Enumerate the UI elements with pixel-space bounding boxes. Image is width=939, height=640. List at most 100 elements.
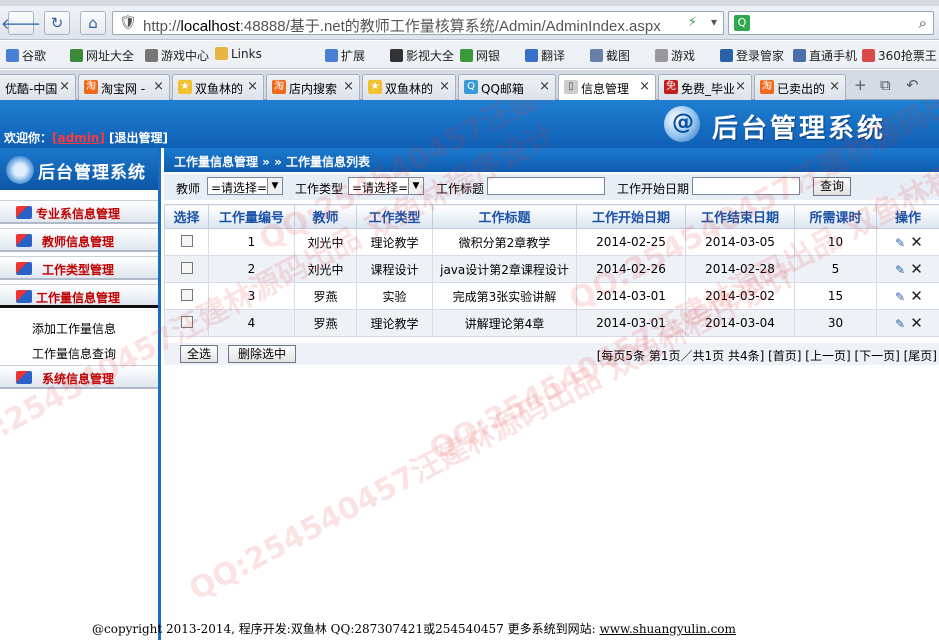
work-title-label: 工作标题: [436, 182, 485, 196]
username-link[interactable]: [admin]: [52, 131, 105, 145]
menu-work-type[interactable]: 工作类型管理: [0, 256, 158, 280]
bookmark-item[interactable]: 登录管家: [720, 47, 784, 64]
browser-tab[interactable]: 淘已卖出的 ×: [754, 74, 846, 100]
cell-end-date: 2014-03-04: [685, 309, 795, 337]
close-icon[interactable]: ×: [343, 79, 354, 94]
edit-icon[interactable]: ✎: [893, 263, 907, 277]
tab-list-icon[interactable]: ⧉: [880, 76, 891, 94]
close-icon[interactable]: ×: [639, 79, 650, 94]
bank-icon: [460, 49, 473, 62]
browser-tab[interactable]: 淘淘宝网 - ×: [78, 74, 170, 100]
bookmark-item[interactable]: 扩展: [325, 47, 365, 64]
search-engine-icon[interactable]: Q: [734, 15, 750, 31]
browser-tab[interactable]: Q QQ邮箱 ×: [458, 74, 556, 100]
close-icon[interactable]: ×: [247, 79, 258, 94]
edit-icon[interactable]: ✎: [893, 317, 907, 331]
bookmark-item[interactable]: 截图: [590, 47, 630, 64]
close-icon[interactable]: ×: [59, 79, 70, 94]
browser-nav-bar: 🡐 ↻ ⌂ 🛡 http://localhost:48888/基于.net的教师…: [0, 6, 939, 40]
bookmark-item[interactable]: 游戏: [655, 47, 695, 64]
cell-end-date: 2014-03-02: [685, 282, 795, 310]
menu-teacher[interactable]: 教师信息管理: [0, 228, 158, 252]
cell-id: 4: [208, 309, 295, 337]
row-checkbox[interactable]: [180, 288, 193, 301]
work-title-input[interactable]: [487, 177, 605, 195]
home-button[interactable]: ⌂: [80, 11, 106, 35]
chevron-down-icon[interactable]: ▾: [711, 15, 717, 29]
browser-tab[interactable]: ★ 双鱼林的 ×: [172, 74, 264, 100]
bolt-icon[interactable]: ⚡: [688, 15, 697, 30]
sidebar-header: 后台管理系统: [0, 148, 158, 190]
bookmark-item[interactable]: 网银: [460, 47, 500, 64]
start-date-input[interactable]: [692, 177, 800, 195]
delete-selected-button[interactable]: 删除选中: [228, 345, 296, 363]
bookmark-item[interactable]: Links: [215, 47, 262, 61]
sub-item-query-workload[interactable]: 工作量信息查询: [32, 345, 116, 362]
edit-icon[interactable]: ✎: [893, 290, 907, 304]
welcome-bar: 欢迎你：[admin] [退出管理]: [4, 129, 168, 146]
cell-hours: 5: [794, 255, 877, 283]
bookmark-item[interactable]: 网址大全: [70, 47, 134, 64]
back-button[interactable]: 🡐: [1, 11, 41, 35]
logout-link[interactable]: [退出管理]: [109, 131, 168, 145]
search-icon[interactable]: ⌕: [919, 14, 927, 32]
new-tab-icon[interactable]: +: [854, 76, 867, 94]
cell-teacher: 罗燕: [294, 282, 357, 310]
close-icon[interactable]: ×: [735, 79, 746, 94]
delete-icon[interactable]: ✕: [910, 260, 923, 278]
undo-close-icon[interactable]: ↶: [906, 76, 919, 94]
bookmark-item[interactable]: 直通手机: [793, 47, 857, 64]
browser-tab-active[interactable]: ▯ 信息管理 ×: [558, 74, 656, 100]
bookmark-item[interactable]: 360抢票王: [862, 47, 937, 64]
work-type-select[interactable]: =请选择= ▼: [348, 177, 424, 195]
sub-item-add-workload[interactable]: 添加工作量信息: [32, 320, 116, 337]
teacher-select[interactable]: =请选择= ▼: [207, 177, 283, 195]
select-all-button[interactable]: 全选: [180, 345, 218, 363]
menu-label: 教师信息管理: [42, 235, 115, 249]
column-header: 教师: [294, 204, 357, 229]
chevron-down-icon: ▼: [267, 178, 282, 194]
menu-workload[interactable]: 工作量信息管理: [0, 284, 158, 308]
cell-id: 3: [208, 282, 295, 310]
query-button[interactable]: 查询: [813, 177, 851, 196]
at-logo-icon: @: [664, 106, 700, 142]
address-bar[interactable]: 🛡 http://localhost:48888/基于.net的教师工作量核算系…: [112, 11, 724, 35]
close-icon[interactable]: ×: [439, 79, 450, 94]
edit-icon[interactable]: ✎: [893, 236, 907, 250]
menu-system[interactable]: 系统信息管理: [0, 365, 158, 389]
browser-tab[interactable]: 免免费_毕业 ×: [658, 74, 752, 100]
refresh-button[interactable]: ↻: [44, 11, 70, 35]
cell-hours: 10: [794, 228, 877, 256]
browser-tab[interactable]: 优酷-中国 ×: [0, 74, 76, 100]
translate-icon: [525, 49, 538, 62]
shield-icon: 🛡: [119, 15, 137, 31]
bookmark-item[interactable]: 谷歌: [6, 47, 46, 64]
menu-department[interactable]: 专业系信息管理: [0, 200, 158, 224]
menu-icon: [16, 206, 32, 219]
bookmark-item[interactable]: 翻译: [525, 47, 565, 64]
delete-icon[interactable]: ✕: [910, 314, 923, 332]
close-icon[interactable]: ×: [153, 79, 164, 94]
bookmark-item[interactable]: 影视大全: [390, 47, 454, 64]
delete-icon[interactable]: ✕: [910, 233, 923, 251]
table-row: 3 罗燕 实验 完成第3张实验讲解 2014-03-01 2014-03-02 …: [164, 282, 939, 310]
key-icon: [720, 49, 733, 62]
bookmark-item[interactable]: 游戏中心: [145, 47, 209, 64]
row-checkbox[interactable]: [180, 234, 193, 247]
browser-tab[interactable]: 淘店内搜索 ×: [266, 74, 360, 100]
cell-type: 理论教学: [356, 309, 433, 337]
browser-tab[interactable]: ★ 双鱼林的 ×: [362, 74, 456, 100]
pagination[interactable]: [每页5条 第1页／共1页 共4条] [首页] [上一页] [下一页] [尾页]: [597, 347, 937, 364]
close-icon[interactable]: ×: [829, 79, 840, 94]
cell-teacher: 刘光中: [294, 255, 357, 283]
search-input[interactable]: Q ⌕: [728, 11, 934, 35]
delete-icon[interactable]: ✕: [910, 287, 923, 305]
folder-icon: [215, 47, 228, 60]
menu-label: 系统信息管理: [42, 372, 115, 386]
start-date-label: 工作开始日期: [617, 182, 690, 196]
row-checkbox[interactable]: [180, 261, 193, 274]
site-icon: 免: [664, 80, 678, 94]
row-checkbox[interactable]: [180, 315, 193, 328]
site-link[interactable]: www.shuangyulin.com: [599, 622, 735, 636]
close-icon[interactable]: ×: [539, 79, 550, 94]
